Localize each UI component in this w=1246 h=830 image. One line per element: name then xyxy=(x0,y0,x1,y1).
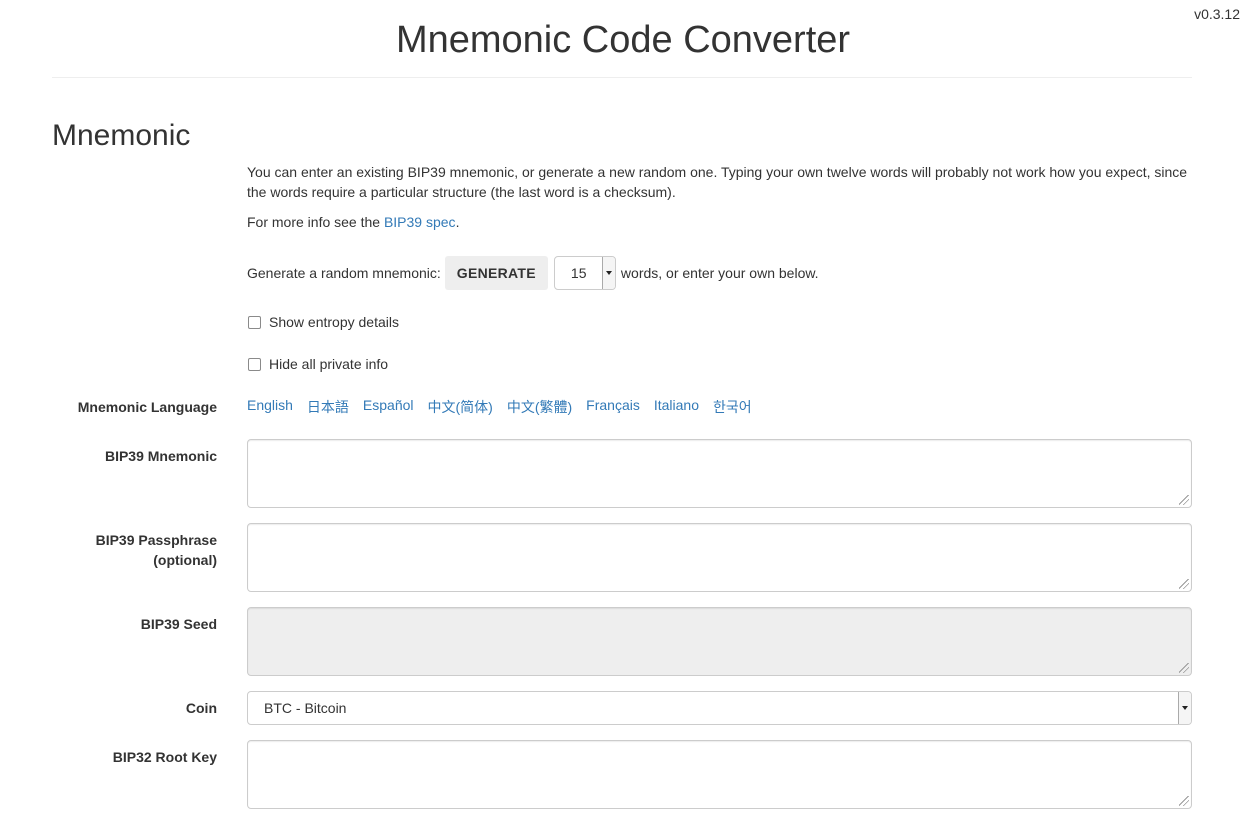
hide-private-checkbox[interactable] xyxy=(248,357,261,371)
language-french[interactable]: Français xyxy=(586,397,640,417)
intro-text: You can enter an existing BIP39 mnemonic… xyxy=(247,164,1188,200)
show-entropy-checkbox[interactable] xyxy=(248,315,261,329)
bip39-spec-link[interactable]: BIP39 spec xyxy=(384,214,456,230)
word-count-select[interactable]: 15 xyxy=(553,256,616,290)
coin-select-value: BTC - Bitcoin xyxy=(264,700,347,716)
bip39-passphrase-label: BIP39 Passphrase (optional) xyxy=(96,530,217,570)
generate-button[interactable]: GENERATE xyxy=(444,256,548,290)
coin-label: Coin xyxy=(185,700,217,716)
resize-grip-icon[interactable] xyxy=(1179,796,1189,806)
hide-private-label[interactable]: Hide all private info xyxy=(269,356,388,372)
language-list: English 日本語 Español 中文(简体) 中文(繁體) França… xyxy=(247,397,752,417)
generate-prefix: Generate a random mnemonic: xyxy=(247,265,441,281)
bip39-passphrase-input[interactable] xyxy=(247,523,1192,592)
spec-text: For more info see the BIP39 spec. xyxy=(247,212,1192,232)
resize-grip-icon[interactable] xyxy=(1179,663,1189,673)
chevron-down-icon xyxy=(1178,692,1191,724)
passphrase-label-line2: (optional) xyxy=(153,552,217,568)
resize-grip-icon[interactable] xyxy=(1179,579,1189,589)
generate-suffix: words, or enter your own below. xyxy=(620,265,819,281)
bip32-root-key-label: BIP32 Root Key xyxy=(112,749,217,765)
passphrase-label-line1: BIP39 Passphrase xyxy=(95,532,217,548)
bip39-seed-output[interactable] xyxy=(247,607,1192,676)
resize-grip-icon[interactable] xyxy=(1179,495,1189,505)
chevron-down-icon xyxy=(601,257,615,289)
language-italian[interactable]: Italiano xyxy=(654,397,699,417)
spec-suffix: . xyxy=(455,214,460,230)
language-english[interactable]: English xyxy=(247,397,293,417)
generate-row: Generate a random mnemonic: GENERATE 15 … xyxy=(247,256,819,290)
bip39-mnemonic-label: BIP39 Mnemonic xyxy=(104,448,217,464)
bip39-seed-label: BIP39 Seed xyxy=(140,616,217,632)
bip32-root-key-input[interactable] xyxy=(247,740,1192,809)
page-title: Mnemonic Code Converter xyxy=(395,19,851,61)
mnemonic-language-label: Mnemonic Language xyxy=(77,399,217,415)
language-korean[interactable]: 한국어 xyxy=(713,397,752,417)
language-spanish[interactable]: Español xyxy=(363,397,414,417)
language-japanese[interactable]: 日本語 xyxy=(307,397,349,417)
language-chinese-simplified[interactable]: 中文(简体) xyxy=(428,397,493,417)
show-entropy-label[interactable]: Show entropy details xyxy=(269,314,399,330)
language-chinese-traditional[interactable]: 中文(繁體) xyxy=(507,397,572,417)
show-entropy-option: Show entropy details xyxy=(247,314,399,330)
title-divider xyxy=(52,77,1192,78)
spec-prefix: For more info see the xyxy=(247,214,384,230)
bip39-mnemonic-input[interactable] xyxy=(247,439,1192,508)
section-heading-mnemonic: Mnemonic xyxy=(52,119,191,152)
coin-select[interactable]: BTC - Bitcoin xyxy=(247,691,1192,725)
word-count-value: 15 xyxy=(570,265,587,281)
hide-private-option: Hide all private info xyxy=(247,356,388,372)
